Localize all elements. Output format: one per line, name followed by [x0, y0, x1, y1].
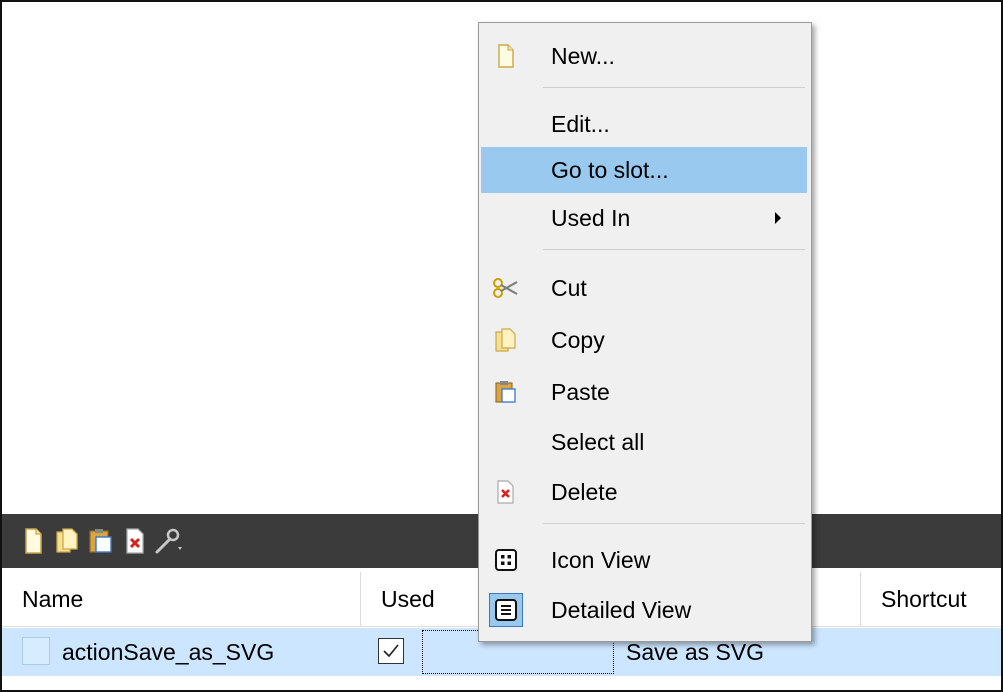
copy-icon [493, 327, 519, 353]
menu-item-copy[interactable]: Copy [481, 317, 807, 363]
menu-item-delete[interactable]: Delete [481, 469, 807, 515]
new-icon [25, 528, 42, 554]
new-icon [493, 43, 519, 69]
menu-item-detailed-view[interactable]: Detailed View [481, 587, 807, 633]
paste-icon [89, 529, 112, 553]
menu-separator [543, 249, 805, 250]
toolbar-delete-button[interactable] [118, 521, 152, 561]
delete-icon [493, 479, 519, 505]
menu-item-go-to-slot[interactable]: Go to slot... [481, 147, 807, 193]
action-icon [22, 637, 50, 665]
column-header-name[interactable]: Name [2, 572, 360, 626]
menu-item-cut[interactable]: Cut [481, 265, 807, 311]
context-menu: New... Edit... Go to slot... Used In Cut… [478, 22, 812, 642]
used-checkbox[interactable] [378, 638, 404, 664]
paste-icon [493, 379, 519, 405]
menu-item-used-in[interactable]: Used In [481, 195, 807, 241]
toolbar-copy-button[interactable] [50, 521, 84, 561]
action-name: actionSave_as_SVG [62, 639, 275, 665]
configure-icon [155, 528, 182, 554]
column-header-shortcut[interactable]: Shortcut [860, 572, 1001, 626]
menu-item-edit[interactable]: Edit... [481, 101, 807, 147]
menu-separator [543, 87, 805, 88]
delete-icon [126, 528, 144, 554]
menu-separator [543, 523, 805, 524]
scissors-icon [493, 275, 519, 301]
menu-item-icon-view[interactable]: Icon View [481, 537, 807, 583]
checkmark-icon [383, 644, 399, 658]
toolbar-configure-button[interactable] [152, 521, 186, 561]
detailed-view-icon [489, 593, 523, 627]
menu-item-new[interactable]: New... [481, 33, 807, 79]
copy-icon [56, 528, 78, 553]
icon-view-icon [493, 547, 519, 573]
toolbar-new-button[interactable] [16, 521, 50, 561]
menu-item-paste[interactable]: Paste [481, 369, 807, 415]
toolbar-paste-button[interactable] [84, 521, 118, 561]
menu-item-select-all[interactable]: Select all [481, 419, 807, 465]
submenu-arrow-icon [775, 212, 781, 224]
